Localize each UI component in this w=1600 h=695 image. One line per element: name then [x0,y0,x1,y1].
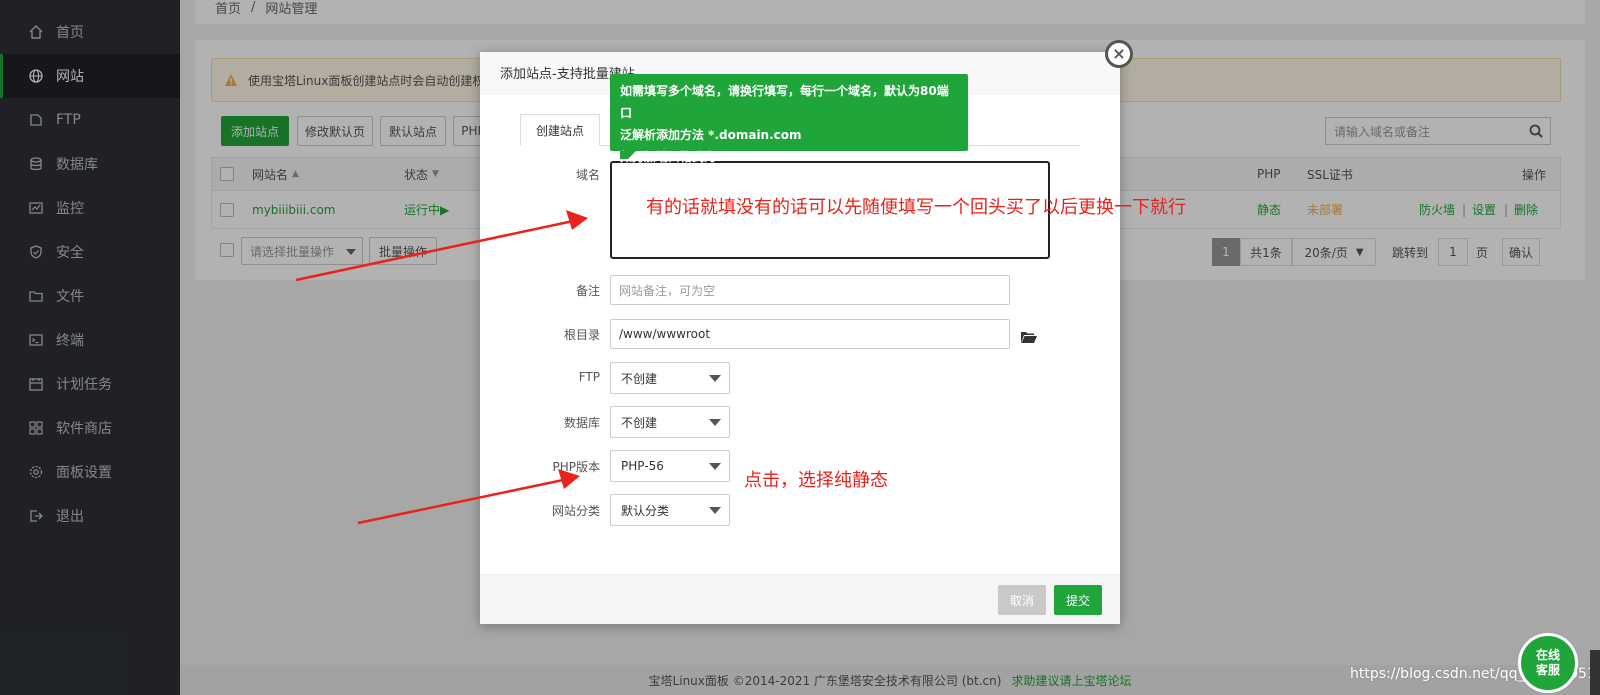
chat-line: 客服 [1535,663,1560,677]
annotation-arrows [295,210,588,525]
arrow-line [295,218,579,282]
chat-line: 在线 [1535,648,1560,662]
online-support-button[interactable]: 在线 客服 [1518,633,1578,693]
arrow-head [558,469,580,489]
arrow-head [566,210,588,230]
edge-strip [1590,650,1600,695]
arrow-line [357,477,569,525]
